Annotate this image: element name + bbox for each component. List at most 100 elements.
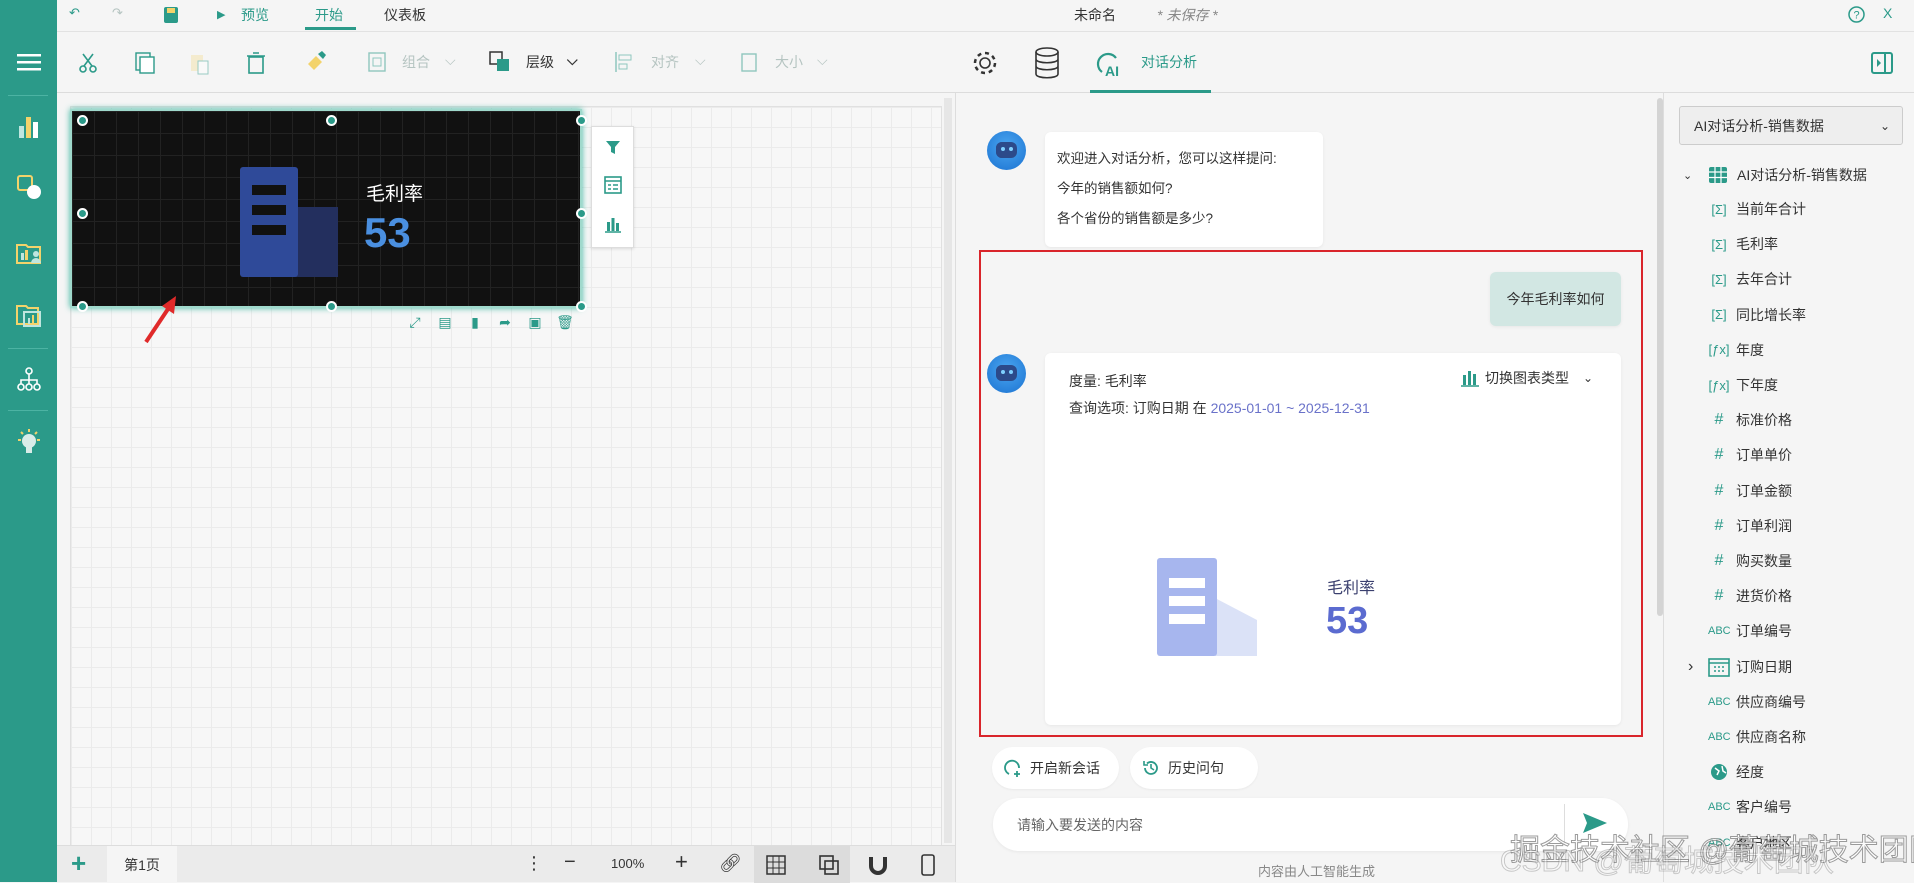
zoom-out-icon[interactable]: − (564, 851, 576, 874)
field-item[interactable]: [ƒx] 年度 (1708, 338, 1764, 362)
magnet-icon[interactable] (868, 855, 888, 875)
field-item[interactable]: # 订单金额 (1708, 479, 1792, 503)
group-button[interactable]: 组合 (402, 52, 430, 72)
settings-gear-icon[interactable] (970, 48, 1000, 78)
chevron-down-icon[interactable]: ⌵ (445, 52, 456, 69)
preview-button[interactable]: 预览 (241, 5, 269, 25)
resize-handle[interactable] (77, 208, 88, 219)
hierarchy-icon[interactable] (14, 365, 44, 395)
lightbulb-icon[interactable] (14, 427, 44, 457)
chat-input[interactable]: 请输入要发送的内容 (993, 798, 1628, 851)
chevron-down-icon[interactable]: ⌵ (695, 52, 706, 69)
suggested-question[interactable]: 今年的销售额如何? (1057, 174, 1311, 204)
field-item[interactable]: [ƒx] 下年度 (1708, 373, 1778, 397)
database-icon[interactable] (1034, 47, 1060, 79)
dashboard-folder-icon[interactable] (14, 300, 44, 330)
add-page-icon[interactable]: + (71, 848, 86, 879)
share-icon[interactable]: ➦ (495, 314, 515, 331)
chevron-down-icon[interactable]: ⌵ (817, 52, 828, 69)
ai-chat-icon[interactable]: AI (1092, 48, 1122, 78)
field-item[interactable]: [Σ] 毛利率 (1708, 232, 1778, 256)
save-widget-icon[interactable]: ▣ (525, 314, 545, 331)
kpi-widget[interactable]: 毛利率 53 (70, 109, 582, 308)
field-item[interactable]: [Σ] 去年合计 (1708, 267, 1792, 291)
align-icon[interactable] (614, 51, 634, 73)
tab-dashboard[interactable]: 仪表板 (384, 5, 426, 25)
fullscreen-icon[interactable]: ⤢ (405, 314, 425, 331)
comment-icon[interactable]: ▤ (435, 314, 455, 331)
panel-toggle-icon[interactable] (1870, 51, 1894, 75)
dataset-select[interactable]: AI对话分析-销售数据 ⌄ (1679, 106, 1903, 145)
resize-handle[interactable] (576, 301, 587, 312)
welcome-line: 欢迎进入对话分析，您可以这样提问: (1057, 151, 1277, 166)
field-item[interactable]: # 购买数量 (1708, 549, 1792, 573)
zoom-in-icon[interactable]: + (675, 849, 688, 875)
chart-type-icon[interactable] (604, 215, 622, 233)
paste-icon[interactable] (189, 51, 211, 75)
tree-root[interactable]: ⌄ AI对话分析-销售数据 (1683, 163, 1867, 187)
chart-icon[interactable] (14, 112, 44, 142)
history-button[interactable]: 历史问句 (1130, 747, 1258, 789)
field-item[interactable]: ABC 客户编号 (1708, 795, 1792, 819)
field-item[interactable]: 经度 (1708, 760, 1764, 784)
send-icon[interactable] (1582, 812, 1608, 834)
copy-icon[interactable] (134, 52, 156, 74)
save-icon[interactable] (163, 6, 179, 24)
canvas-scrollbar[interactable] (944, 98, 952, 843)
layer-icon[interactable] (489, 51, 511, 73)
delete-widget-icon[interactable]: 🗑 (555, 314, 575, 331)
field-item[interactable]: # 标准价格 (1708, 408, 1792, 432)
resize-handle[interactable] (576, 115, 587, 126)
field-item[interactable]: [Σ] 当前年合计 (1708, 197, 1806, 221)
field-item[interactable]: # 订单利润 (1708, 514, 1792, 538)
tab-chat-analysis[interactable]: 对话分析 (1141, 52, 1197, 72)
new-session-button[interactable]: 开启新会话 (992, 747, 1119, 789)
format-painter-icon[interactable] (304, 50, 328, 74)
grid-icon[interactable] (766, 855, 786, 875)
shared-dashboard-icon[interactable] (14, 238, 44, 268)
form-icon[interactable] (604, 176, 622, 194)
cut-icon[interactable] (77, 52, 99, 74)
resize-handle[interactable] (77, 301, 88, 312)
help-icon[interactable]: ? (1848, 6, 1865, 23)
menu-icon[interactable] (14, 47, 44, 77)
layer-button[interactable]: 层级 (526, 52, 554, 72)
chevron-down-icon[interactable]: ⌄ (1683, 169, 1701, 182)
field-item[interactable]: ABC 供应商编号 (1708, 690, 1806, 714)
resize-handle[interactable] (576, 208, 587, 219)
shapes-icon[interactable] (14, 172, 44, 202)
resize-handle[interactable] (326, 301, 337, 312)
suggested-question[interactable]: 各个省份的销售额是多少? (1057, 204, 1311, 234)
field-item[interactable]: ABC 客户地区 (1708, 831, 1792, 855)
group-icon[interactable] (367, 51, 387, 73)
size-icon[interactable] (739, 51, 759, 73)
filter-icon[interactable] (605, 139, 621, 155)
chevron-right-icon[interactable]: › (1688, 658, 1693, 676)
field-item[interactable]: # 订单单价 (1708, 443, 1792, 467)
more-icon[interactable]: ⋮ (525, 853, 543, 874)
size-button[interactable]: 大小 (775, 52, 803, 72)
resize-handle[interactable] (77, 115, 88, 126)
chevron-down-icon[interactable]: ⌵ (567, 52, 578, 69)
delete-icon[interactable] (246, 51, 266, 75)
tab-start[interactable]: 开始 (315, 5, 343, 25)
mobile-icon[interactable] (921, 854, 935, 876)
field-item[interactable]: › 订购日期 (1688, 655, 1792, 679)
zoom-level[interactable]: 100% (611, 856, 644, 871)
field-item[interactable]: ABC 订单编号 (1708, 619, 1792, 643)
redo-icon[interactable]: ↷ (112, 5, 123, 21)
link-icon[interactable]: 🔗︎ (719, 853, 742, 874)
field-item[interactable]: ABC 供应商名称 (1708, 725, 1806, 749)
export-icon[interactable]: ▮ (465, 314, 485, 331)
text-icon: ABC (1708, 625, 1731, 638)
page-tab[interactable]: 第1页 (107, 846, 177, 883)
snap-icon[interactable] (819, 855, 839, 875)
resize-handle[interactable] (326, 115, 337, 126)
undo-icon[interactable]: ↶ (69, 5, 80, 21)
play-icon[interactable]: ▶ (217, 8, 225, 21)
field-item[interactable]: [Σ] 同比增长率 (1708, 303, 1806, 327)
align-button[interactable]: 对齐 (651, 52, 679, 72)
close-icon[interactable]: X (1883, 5, 1892, 21)
switch-chart-type-dropdown[interactable]: 切换图表类型 ⌄ (1461, 368, 1593, 388)
field-item[interactable]: # 进货价格 (1708, 584, 1792, 608)
